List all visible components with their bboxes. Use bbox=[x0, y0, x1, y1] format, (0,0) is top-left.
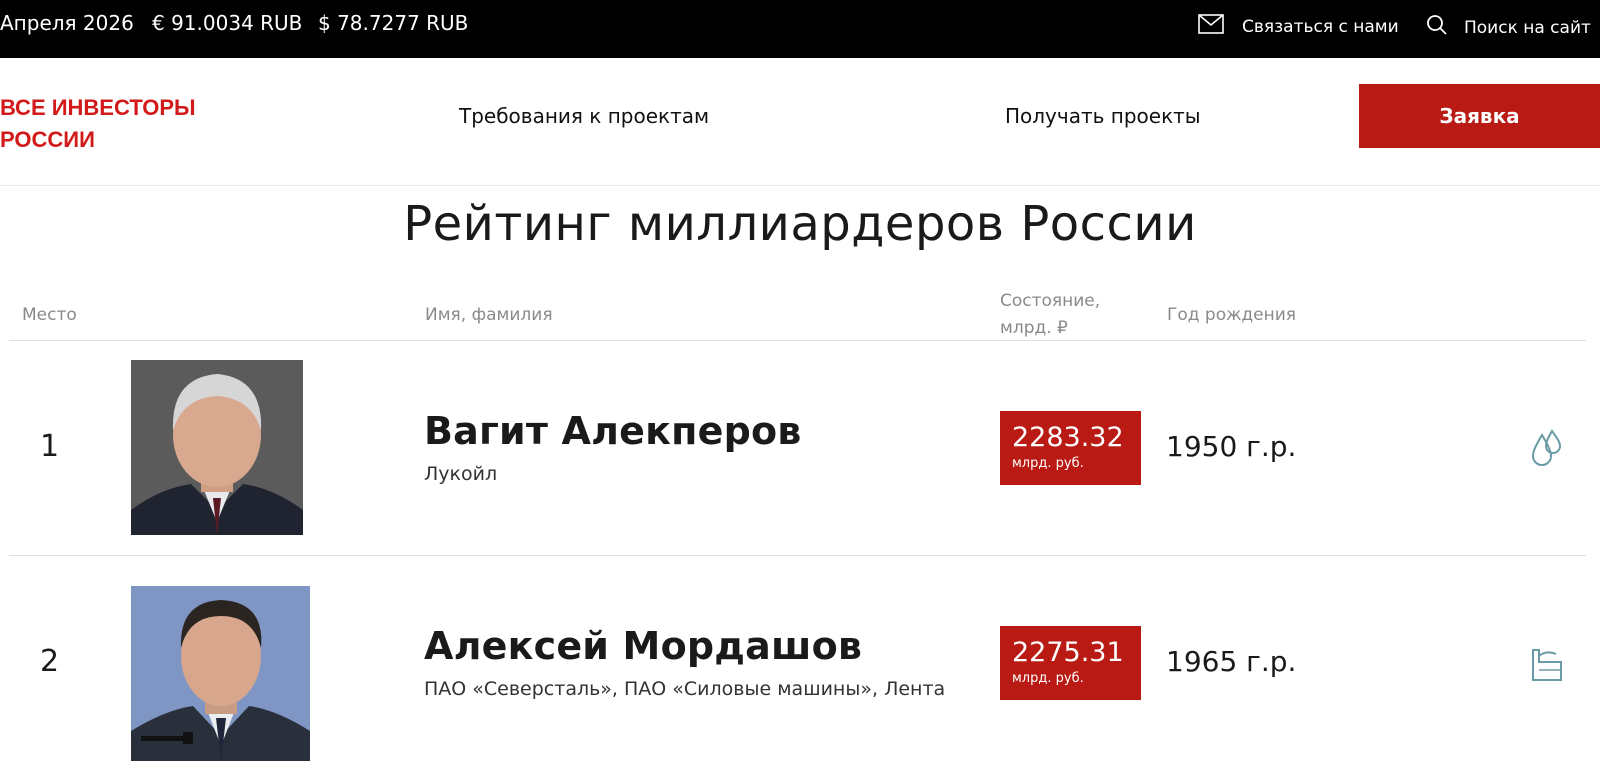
person-name[interactable]: Алексей Мордашов bbox=[424, 624, 862, 668]
column-header-name: Имя, фамилия bbox=[425, 305, 553, 325]
factory-icon bbox=[1530, 644, 1564, 686]
person-photo bbox=[131, 586, 310, 761]
nav-get-projects[interactable]: Получать проекты bbox=[1005, 104, 1201, 128]
wealth-value: 2275.31 bbox=[1012, 637, 1124, 668]
rank: 2 bbox=[40, 644, 60, 679]
apply-button[interactable]: Заявка bbox=[1359, 84, 1600, 148]
table-row[interactable]: 2 Алексей Мордашов ПАО «Северсталь», ПАО… bbox=[0, 556, 1600, 784]
birth-year: 1950 г.р. bbox=[1166, 430, 1297, 463]
wealth-badge: 2275.31 млрд. руб. bbox=[1000, 626, 1141, 700]
usd-rate: $ 78.7277 RUB bbox=[318, 11, 469, 35]
oil-drops-icon bbox=[1530, 429, 1564, 473]
table-row[interactable]: 1 Вагит Алекперов Лукойл 2283.32 млрд. р… bbox=[0, 341, 1600, 555]
wealth-badge: 2283.32 млрд. руб. bbox=[1000, 411, 1141, 485]
eur-rate: € 91.0034 RUB bbox=[152, 11, 303, 35]
wealth-unit: млрд. руб. bbox=[1012, 456, 1084, 471]
nav-project-requirements[interactable]: Требования к проектам bbox=[459, 104, 709, 128]
column-header-place: Место bbox=[22, 305, 77, 325]
top-bar: Апреля 2026 € 91.0034 RUB $ 78.7277 RUB … bbox=[0, 0, 1600, 58]
company: Лукойл bbox=[424, 463, 498, 485]
person-photo bbox=[131, 360, 303, 535]
rank: 1 bbox=[40, 429, 60, 464]
current-date: Апреля 2026 bbox=[0, 11, 134, 35]
page-title: Рейтинг миллиардеров России bbox=[403, 196, 1197, 252]
company: ПАО «Северсталь», ПАО «Силовые машины», … bbox=[424, 678, 946, 700]
site-logo[interactable]: ВСЕ ИНВЕСТОРЫ РОССИИ bbox=[0, 92, 210, 156]
wealth-value: 2283.32 bbox=[1012, 422, 1124, 453]
logo-line-2: РОССИИ bbox=[0, 127, 95, 152]
envelope-icon bbox=[1198, 14, 1224, 39]
wealth-unit: млрд. руб. bbox=[1012, 671, 1084, 686]
person-name[interactable]: Вагит Алекперов bbox=[424, 409, 802, 453]
logo-line-1: ВСЕ ИНВЕСТОРЫ bbox=[0, 95, 196, 120]
column-header-wealth: Состояние, млрд. ₽ bbox=[1000, 288, 1150, 342]
column-header-wealth-line-1: Состояние, bbox=[1000, 291, 1101, 311]
column-header-wealth-line-2: млрд. ₽ bbox=[1000, 318, 1068, 338]
site-search[interactable]: Поиск на сайт bbox=[1426, 14, 1591, 41]
contact-label: Связаться с нами bbox=[1242, 16, 1399, 37]
search-icon bbox=[1426, 14, 1448, 41]
search-label: Поиск на сайт bbox=[1464, 17, 1591, 38]
column-header-year: Год рождения bbox=[1167, 305, 1297, 325]
contact-link[interactable]: Связаться с нами bbox=[1198, 14, 1399, 39]
birth-year: 1965 г.р. bbox=[1166, 645, 1297, 678]
